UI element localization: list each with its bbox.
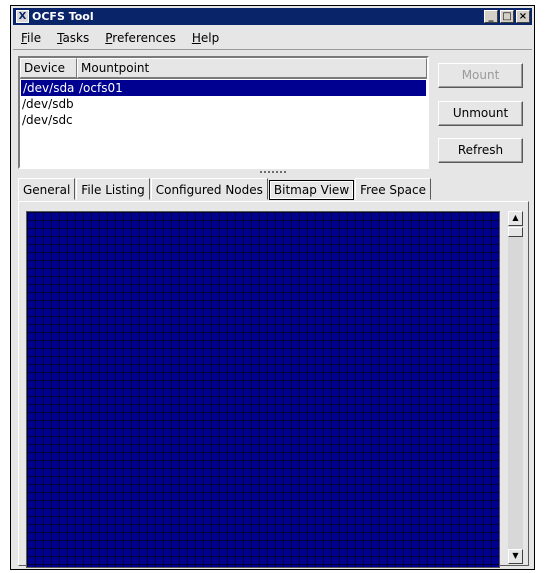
- tab-configured-nodes[interactable]: Configured Nodes: [150, 178, 268, 200]
- list-row[interactable]: /dev/sdc: [20, 112, 427, 128]
- device-cell: /dev/sdc: [22, 113, 73, 127]
- tab-file-listing[interactable]: File Listing: [76, 178, 150, 200]
- list-row[interactable]: /dev/sda /ocfs01: [21, 80, 426, 96]
- mountpoint-cell: [76, 96, 78, 112]
- minimize-button[interactable]: _: [484, 10, 498, 23]
- tab-bitmap-view[interactable]: Bitmap View: [268, 180, 355, 200]
- menu-bar: File Tasks Preferences Help: [13, 27, 532, 50]
- device-cell: /dev/sda: [23, 81, 75, 95]
- app-window: X OCFS Tool _ □ × File Tasks Preferences…: [10, 5, 535, 570]
- device-cell: /dev/sdb: [22, 97, 74, 111]
- menu-preferences[interactable]: Preferences: [97, 31, 184, 45]
- close-button[interactable]: ×: [516, 10, 530, 23]
- list-row[interactable]: /dev/sdb: [20, 96, 427, 112]
- menu-help[interactable]: Help: [184, 31, 227, 45]
- menu-file[interactable]: File: [13, 31, 49, 45]
- bitmap-grid: [26, 211, 500, 568]
- tab-general[interactable]: General: [18, 178, 76, 200]
- list-header: Device Mountpoint: [20, 58, 427, 79]
- column-header-device[interactable]: Device: [20, 58, 77, 78]
- maximize-button[interactable]: □: [500, 10, 514, 23]
- menu-tasks[interactable]: Tasks: [49, 31, 97, 45]
- scroll-up-button[interactable]: ▲: [508, 211, 523, 226]
- app-icon[interactable]: X: [16, 10, 29, 23]
- unmount-button[interactable]: Unmount: [438, 101, 523, 126]
- mount-button[interactable]: Mount: [438, 63, 523, 88]
- scroll-down-button[interactable]: ▼: [508, 549, 523, 564]
- pane-resize-handle[interactable]: [259, 170, 287, 174]
- column-header-mountpoint[interactable]: Mountpoint: [77, 58, 427, 78]
- refresh-button[interactable]: Refresh: [438, 138, 523, 163]
- vertical-scrollbar[interactable]: ▲ ▼: [508, 211, 523, 564]
- tab-bar: General File Listing Configured Nodes Bi…: [18, 178, 432, 201]
- scroll-thumb[interactable]: [508, 227, 523, 237]
- title-bar[interactable]: X OCFS Tool _ □ ×: [13, 8, 532, 25]
- mountpoint-cell: [76, 112, 78, 128]
- mountpoint-cell: /ocfs01: [79, 81, 123, 95]
- window-title: OCFS Tool: [32, 10, 94, 23]
- tab-free-space[interactable]: Free Space: [355, 178, 431, 200]
- device-list[interactable]: Device Mountpoint /dev/sda /ocfs01 /dev/…: [18, 56, 429, 169]
